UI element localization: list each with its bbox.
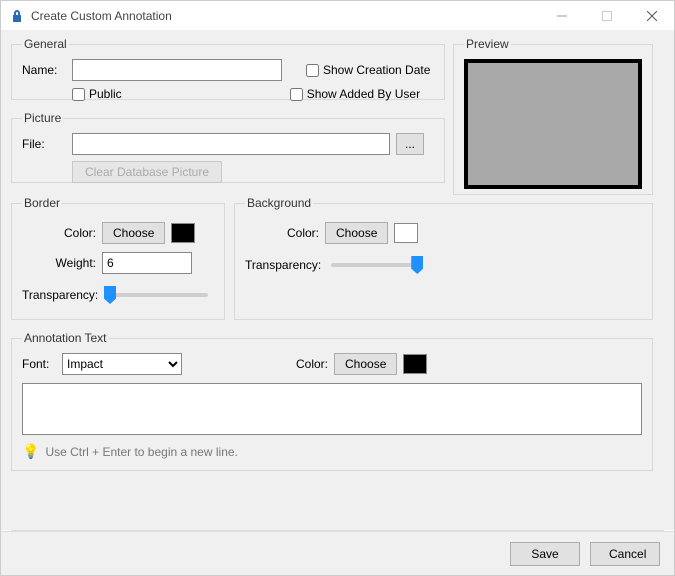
border-weight-input[interactable] bbox=[102, 252, 192, 274]
preview-canvas bbox=[464, 59, 642, 189]
maximize-button[interactable] bbox=[584, 1, 629, 30]
border-group: Border Color: Choose Weight: Transparenc… bbox=[11, 196, 225, 320]
app-icon bbox=[9, 8, 25, 24]
border-legend: Border bbox=[22, 196, 62, 210]
name-input[interactable] bbox=[72, 59, 282, 81]
close-button[interactable] bbox=[629, 1, 674, 30]
border-transparency-slider[interactable] bbox=[108, 293, 208, 297]
minimize-button[interactable] bbox=[539, 1, 584, 30]
show-added-by-checkbox[interactable]: Show Added By User bbox=[290, 87, 420, 101]
background-group: Background Color: Choose Transparency: bbox=[234, 196, 653, 320]
border-transparency-thumb[interactable] bbox=[104, 286, 116, 304]
background-color-choose-button[interactable]: Choose bbox=[325, 222, 388, 244]
font-label: Font: bbox=[22, 357, 56, 371]
file-input[interactable] bbox=[72, 133, 390, 155]
save-button[interactable]: Save bbox=[510, 542, 580, 566]
annotation-text-group: Annotation Text Font: Impact Color: Choo… bbox=[11, 331, 653, 471]
font-select[interactable]: Impact bbox=[62, 353, 182, 375]
window-buttons bbox=[539, 1, 674, 30]
background-transparency-thumb[interactable] bbox=[411, 256, 423, 274]
background-color-label: Color: bbox=[245, 226, 319, 240]
background-color-swatch bbox=[394, 223, 418, 243]
background-transparency-slider[interactable] bbox=[331, 263, 419, 267]
show-creation-checkbox[interactable]: Show Creation Date bbox=[306, 63, 430, 77]
text-color-choose-button[interactable]: Choose bbox=[334, 353, 397, 375]
border-transparency-label: Transparency: bbox=[22, 288, 96, 302]
general-legend: General bbox=[22, 37, 69, 51]
preview-group: Preview bbox=[453, 37, 653, 195]
preview-legend: Preview bbox=[464, 37, 511, 51]
picture-legend: Picture bbox=[22, 111, 63, 125]
text-color-swatch bbox=[403, 354, 427, 374]
window-title: Create Custom Annotation bbox=[31, 9, 539, 23]
hint-row: 💡 Use Ctrl + Enter to begin a new line. bbox=[22, 443, 642, 460]
browse-button[interactable]: ... bbox=[396, 133, 424, 155]
file-label: File: bbox=[22, 137, 66, 151]
annotation-text-legend: Annotation Text bbox=[22, 331, 109, 345]
hint-text: Use Ctrl + Enter to begin a new line. bbox=[45, 445, 237, 459]
annotation-textarea[interactable] bbox=[22, 383, 642, 435]
general-group: General Name: Show Creation Date Public … bbox=[11, 37, 445, 100]
background-transparency-label: Transparency: bbox=[245, 258, 319, 272]
border-weight-label: Weight: bbox=[22, 256, 96, 270]
background-legend: Background bbox=[245, 196, 313, 210]
text-color-label: Color: bbox=[288, 357, 328, 371]
name-label: Name: bbox=[22, 63, 66, 77]
border-color-choose-button[interactable]: Choose bbox=[102, 222, 165, 244]
cancel-button[interactable]: Cancel bbox=[590, 542, 660, 566]
bulb-icon: 💡 bbox=[22, 443, 39, 460]
border-color-swatch bbox=[171, 223, 195, 243]
border-color-label: Color: bbox=[22, 226, 96, 240]
titlebar: Create Custom Annotation bbox=[1, 1, 674, 31]
picture-group: Picture File: ... Clear Database Picture bbox=[11, 111, 445, 183]
clear-picture-button: Clear Database Picture bbox=[72, 161, 222, 183]
window: Create Custom Annotation General Name: S… bbox=[0, 0, 675, 576]
dialog-body: General Name: Show Creation Date Public … bbox=[1, 31, 674, 530]
public-checkbox[interactable]: Public bbox=[72, 87, 122, 101]
footer: Save Cancel bbox=[1, 531, 674, 575]
